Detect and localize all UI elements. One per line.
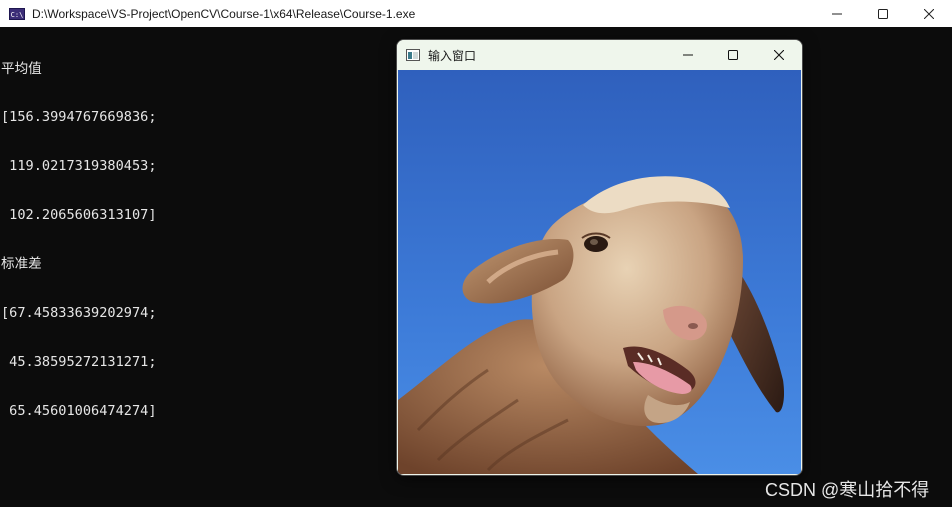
image-close-button[interactable] <box>756 40 802 70</box>
sheep-photo <box>398 70 801 474</box>
console-line: [156.3994767669836; <box>1 109 157 126</box>
console-minimize-button[interactable] <box>814 0 860 27</box>
console-line: 65.45601006474274] <box>1 402 157 419</box>
maximize-icon <box>878 8 888 19</box>
window-icon <box>406 49 420 61</box>
console-output: 平均值 [156.3994767669836; 119.021731938045… <box>1 28 157 452</box>
console-close-button[interactable] <box>906 0 952 27</box>
image-window-title: 输入窗口 <box>428 49 477 63</box>
console-titlebar[interactable]: C:\ D:\Workspace\VS-Project\OpenCV\Cours… <box>0 0 952 27</box>
minimize-icon <box>683 54 693 56</box>
console-line-stddev-label: 标准差 <box>1 256 42 273</box>
close-icon <box>924 8 934 19</box>
console-line-mean-label: 平均值 <box>1 60 42 77</box>
console-line: 102.2065606313107] <box>1 207 157 224</box>
console-maximize-button[interactable] <box>860 0 906 27</box>
image-window-titlebar[interactable]: 输入窗口 <box>397 40 802 70</box>
image-canvas[interactable] <box>398 70 801 474</box>
image-window[interactable]: 输入窗口 <box>397 40 802 475</box>
console-app-icon: C:\ <box>9 7 25 20</box>
console-line: 45.38595272131271; <box>1 353 157 370</box>
close-icon <box>774 50 784 60</box>
console-line: [67.45833639202974; <box>1 305 157 322</box>
console-window-title: D:\Workspace\VS-Project\OpenCV\Course-1\… <box>32 6 416 21</box>
watermark: CSDN @寒山拾不得 <box>765 480 930 500</box>
image-maximize-button[interactable] <box>710 40 756 70</box>
console-line: 119.0217319380453; <box>1 158 157 175</box>
minimize-icon <box>832 13 842 14</box>
maximize-icon <box>728 50 738 60</box>
image-minimize-button[interactable] <box>665 40 711 70</box>
